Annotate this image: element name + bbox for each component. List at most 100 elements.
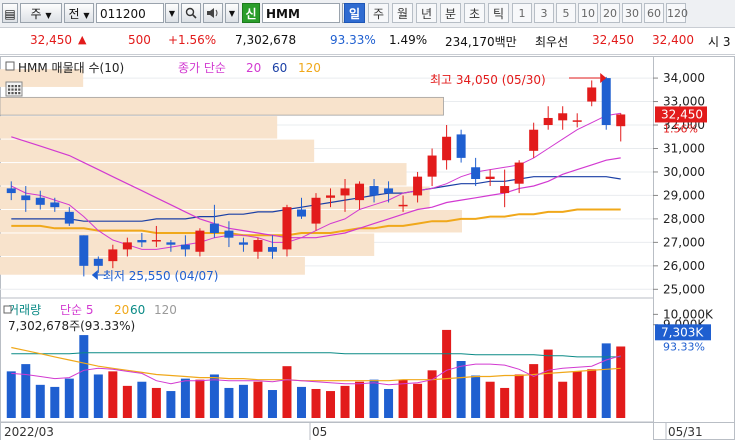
- current-volume-label: 7,303K: [661, 325, 704, 339]
- calendar-icon-dot: [11, 85, 14, 88]
- candle-body: [471, 167, 481, 179]
- candle-body: [122, 242, 132, 250]
- price-axis-label: 33,000: [663, 95, 705, 109]
- volume-bar: [151, 387, 161, 418]
- calendar-icon-dot: [8, 92, 11, 95]
- price-legend-item: 종가 단순: [178, 61, 226, 75]
- volume-bar: [529, 364, 539, 418]
- price-axis-label: 27,000: [663, 235, 705, 249]
- tab-period-6[interactable]: 틱: [488, 3, 509, 23]
- candle-body: [529, 129, 539, 151]
- chart-area[interactable]: HMM 매물대 수(10) 종가 단순 20 60 120 최고 34,050 (05/3…: [0, 56, 735, 440]
- tab-interval-10[interactable]: 10: [578, 3, 598, 23]
- chevron-down-icon: ▼: [83, 11, 90, 20]
- stock-name-field[interactable]: HMM: [262, 3, 340, 23]
- candle-body: [427, 155, 437, 177]
- tab-interval-60[interactable]: 60: [644, 3, 664, 23]
- best-quote-label: 최우선: [535, 35, 569, 49]
- price-axis-label: 29,000: [663, 188, 705, 202]
- volume-bar: [500, 387, 510, 418]
- tab-interval-120[interactable]: 120: [666, 3, 688, 23]
- volume-bar: [166, 391, 176, 418]
- candle-body: [209, 223, 219, 233]
- volume-subtitle: 7,302,678주(93.33%): [8, 319, 135, 333]
- candle-body: [543, 117, 553, 126]
- candle-body: [21, 195, 31, 201]
- stock-code-input[interactable]: 011200: [96, 3, 164, 23]
- market-value: 주: [30, 7, 42, 21]
- tab-interval-20[interactable]: 20: [600, 3, 620, 23]
- tab-interval-5[interactable]: 5: [556, 3, 576, 23]
- chevron-down-icon[interactable]: ▼: [225, 3, 239, 23]
- search-icon[interactable]: [181, 3, 201, 23]
- volume-bar: [267, 390, 277, 418]
- market-select[interactable]: 주 ▼: [20, 3, 62, 23]
- low-annotation: 최저 25,550 (04/07): [103, 269, 219, 283]
- candle-body: [195, 230, 205, 252]
- tab-period-2[interactable]: 월: [392, 3, 413, 23]
- candle-body: [616, 114, 626, 127]
- candle-body: [398, 204, 408, 207]
- chevron-down-icon[interactable]: ▼: [165, 3, 179, 23]
- calendar-icon-dot: [11, 88, 14, 91]
- volume-profile-bar: [0, 116, 278, 139]
- x-axis-label: 05/31: [668, 425, 703, 439]
- volume-bar: [587, 369, 597, 418]
- toolbar: ▤ 주 ▼ 전 ▼ 011200 ▼ ▼ 신 HMM ✕ 일주월년분초틱 135…: [0, 0, 735, 28]
- volume-bar: [572, 371, 582, 418]
- candle-body: [558, 113, 568, 121]
- price-axis-label: 25,000: [663, 282, 705, 296]
- price-axis-label: 28,000: [663, 212, 705, 226]
- volume-bar: [93, 374, 103, 418]
- price-axis-label: 31,000: [663, 141, 705, 155]
- candle-body: [64, 211, 74, 224]
- tab-period-3[interactable]: 년: [416, 3, 437, 23]
- bid-price: 32,400: [652, 33, 694, 47]
- price-change-pct: +1.56%: [168, 33, 217, 47]
- tab-interval-1[interactable]: 1: [512, 3, 532, 23]
- high-annotation: 최고 34,050 (05/30): [430, 73, 546, 87]
- volume-bar: [340, 385, 350, 418]
- volume-value: 7,302,678: [235, 33, 297, 47]
- volume-bar: [108, 371, 118, 418]
- current-pct-label: 1.56%: [663, 122, 698, 135]
- tab-period-4[interactable]: 분: [440, 3, 461, 23]
- price-volume-chart[interactable]: HMM 매물대 수(10) 종가 단순 20 60 120최고 34,050 (05/3…: [0, 56, 735, 440]
- x-axis-label: 05: [312, 425, 327, 439]
- candle-body: [485, 176, 495, 179]
- candle-body: [267, 247, 277, 252]
- candle-body: [6, 188, 16, 194]
- candle-body: [456, 134, 466, 158]
- tab-period-5[interactable]: 초: [464, 3, 485, 23]
- app-menu-icon[interactable]: ▤: [2, 3, 18, 23]
- volume-bar: [296, 386, 306, 418]
- price-legend-item: 120: [298, 61, 321, 75]
- volume-bar: [35, 384, 45, 418]
- new-badge[interactable]: 신: [242, 3, 260, 23]
- volume-bar: [442, 329, 452, 418]
- calendar-icon-dot: [14, 92, 17, 95]
- volume-bar: [558, 381, 568, 418]
- volume-bar: [601, 343, 611, 418]
- tab-interval-30[interactable]: 30: [622, 3, 642, 23]
- mode-select[interactable]: 전 ▼: [64, 3, 94, 23]
- candle-body: [572, 120, 582, 122]
- candle-body: [340, 188, 350, 196]
- speaker-icon[interactable]: [203, 3, 223, 23]
- candle-body: [601, 78, 611, 126]
- current-volume-pct: 93.33%: [663, 340, 705, 353]
- tab-period-1[interactable]: 주: [368, 3, 389, 23]
- volume-bar: [195, 379, 205, 418]
- open-label: 시 3: [708, 35, 731, 49]
- volume-legend-item: 20: [114, 303, 129, 317]
- tab-interval-3[interactable]: 3: [534, 3, 554, 23]
- tab-period-0[interactable]: 일: [344, 3, 365, 23]
- volume-bar: [311, 388, 321, 418]
- volume-bar: [514, 374, 524, 418]
- calendar-icon-dot: [14, 85, 17, 88]
- candle-body: [311, 197, 321, 224]
- candle-body: [180, 244, 190, 250]
- volume-bar: [398, 379, 408, 418]
- volume-bar: [456, 361, 466, 418]
- volume-bar: [384, 388, 394, 418]
